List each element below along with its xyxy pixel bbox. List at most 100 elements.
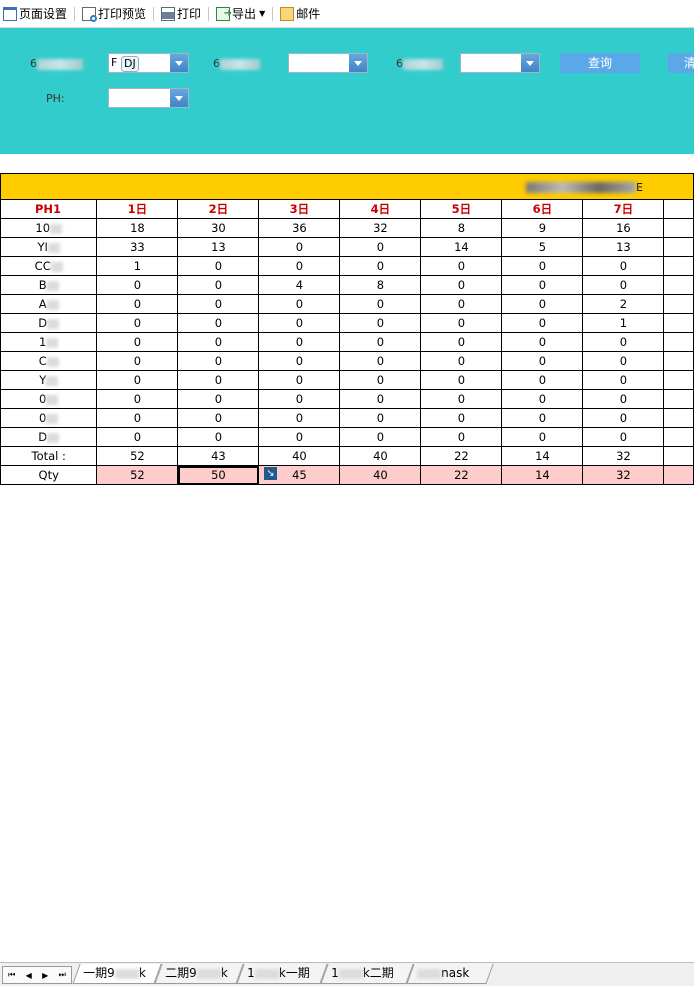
- mail-button[interactable]: 邮件: [277, 3, 323, 25]
- value-cell[interactable]: 0: [501, 370, 584, 390]
- value-cell[interactable]: 0: [420, 313, 503, 333]
- value-cell[interactable]: 0: [258, 256, 341, 276]
- value-cell[interactable]: 32: [582, 465, 665, 485]
- value-cell[interactable]: 40: [339, 446, 422, 466]
- value-cell[interactable]: 0: [582, 427, 665, 447]
- next-sheet-icon[interactable]: ▶: [42, 971, 48, 980]
- value-cell[interactable]: 0: [501, 408, 584, 428]
- value-cell[interactable]: 0: [582, 332, 665, 352]
- value-cell[interactable]: 0: [258, 294, 341, 314]
- value-cell[interactable]: 0: [258, 313, 341, 333]
- value-cell[interactable]: 0: [420, 332, 503, 352]
- value-cell[interactable]: 14: [420, 237, 503, 257]
- value-cell[interactable]: 0: [177, 294, 260, 314]
- value-cell[interactable]: 0: [339, 313, 422, 333]
- value-cell[interactable]: 0: [177, 408, 260, 428]
- value-cell[interactable]: 22: [420, 446, 503, 466]
- value-cell[interactable]: 0: [339, 427, 422, 447]
- value-cell[interactable]: 9: [501, 218, 584, 238]
- value-cell[interactable]: 0: [258, 427, 341, 447]
- value-cell[interactable]: 32: [339, 218, 422, 238]
- value-cell[interactable]: 0: [582, 275, 665, 295]
- last-sheet-icon[interactable]: ⏭: [59, 970, 66, 980]
- value-cell[interactable]: 0: [339, 256, 422, 276]
- value-cell[interactable]: 0: [339, 370, 422, 390]
- print-preview-button[interactable]: 打印预览: [79, 3, 149, 25]
- value-cell[interactable]: 0: [177, 351, 260, 371]
- value-cell[interactable]: 0: [177, 313, 260, 333]
- value-cell[interactable]: 13: [177, 237, 260, 257]
- value-cell[interactable]: 32: [582, 446, 665, 466]
- value-cell[interactable]: 33: [96, 237, 179, 257]
- value-cell[interactable]: 0: [96, 332, 179, 352]
- value-cell[interactable]: 16: [582, 218, 665, 238]
- value-cell[interactable]: 0: [420, 294, 503, 314]
- value-cell[interactable]: 0: [96, 313, 179, 333]
- value-cell[interactable]: 0: [501, 256, 584, 276]
- value-cell[interactable]: 0: [339, 237, 422, 257]
- value-cell[interactable]: 14: [501, 446, 584, 466]
- value-cell[interactable]: 8: [339, 275, 422, 295]
- value-cell[interactable]: 22: [420, 465, 503, 485]
- value-cell[interactable]: 0: [177, 256, 260, 276]
- value-cell[interactable]: 4: [258, 275, 341, 295]
- first-sheet-icon[interactable]: ⏮: [8, 970, 15, 980]
- value-cell[interactable]: 0: [96, 275, 179, 295]
- selected-chip[interactable]: DJ: [121, 56, 139, 72]
- value-cell[interactable]: 0: [339, 294, 422, 314]
- value-cell[interactable]: 1: [582, 313, 665, 333]
- value-cell[interactable]: 13: [582, 237, 665, 257]
- filter-select-3[interactable]: [460, 53, 540, 73]
- value-cell[interactable]: 0: [96, 408, 179, 428]
- sheet-tab[interactable]: 二期9 k: [154, 964, 244, 984]
- value-cell[interactable]: 0: [339, 408, 422, 428]
- value-cell[interactable]: 18: [96, 218, 179, 238]
- value-cell[interactable]: 0: [501, 427, 584, 447]
- chevron-down-icon[interactable]: [170, 89, 188, 107]
- value-cell[interactable]: 0: [339, 332, 422, 352]
- print-button[interactable]: 打印: [158, 3, 204, 25]
- prev-sheet-icon[interactable]: ◀: [26, 971, 32, 980]
- sheet-tab[interactable]: 一期9 k: [72, 964, 162, 984]
- value-cell[interactable]: 8: [420, 218, 503, 238]
- value-cell[interactable]: 0: [177, 389, 260, 409]
- value-cell[interactable]: 0: [339, 389, 422, 409]
- value-cell[interactable]: 0: [420, 370, 503, 390]
- query-button[interactable]: 查询: [560, 53, 640, 73]
- value-cell[interactable]: 0: [420, 427, 503, 447]
- ph-select[interactable]: [108, 88, 189, 108]
- value-cell[interactable]: 0: [582, 256, 665, 276]
- value-cell[interactable]: 0: [501, 294, 584, 314]
- value-cell[interactable]: 0: [258, 389, 341, 409]
- value-cell[interactable]: 0: [339, 351, 422, 371]
- value-cell[interactable]: 0: [258, 351, 341, 371]
- value-cell[interactable]: 0: [420, 256, 503, 276]
- value-cell[interactable]: 0: [501, 313, 584, 333]
- value-cell[interactable]: 30: [177, 218, 260, 238]
- value-cell[interactable]: 0: [96, 294, 179, 314]
- value-cell[interactable]: 0: [501, 351, 584, 371]
- value-cell[interactable]: 0: [96, 351, 179, 371]
- value-cell[interactable]: 2: [582, 294, 665, 314]
- clear-button[interactable]: 清: [668, 53, 694, 73]
- chevron-down-icon[interactable]: [521, 54, 539, 72]
- value-cell[interactable]: 0: [177, 332, 260, 352]
- value-cell[interactable]: 0: [501, 275, 584, 295]
- value-cell[interactable]: 0: [258, 332, 341, 352]
- chevron-down-icon[interactable]: [349, 54, 367, 72]
- value-cell[interactable]: 36: [258, 218, 341, 238]
- chevron-down-icon[interactable]: [170, 54, 188, 72]
- sheet-tab[interactable]: nask: [406, 964, 494, 984]
- filter-select-1[interactable]: F DJ: [108, 53, 189, 73]
- expand-icon[interactable]: ↘: [264, 467, 277, 480]
- value-cell[interactable]: 14: [501, 465, 584, 485]
- value-cell[interactable]: 0: [258, 237, 341, 257]
- value-cell[interactable]: 0: [96, 370, 179, 390]
- value-cell[interactable]: 0: [582, 389, 665, 409]
- value-cell[interactable]: 1: [96, 256, 179, 276]
- export-button[interactable]: 导出 ▼: [213, 3, 268, 25]
- page-setup-button[interactable]: 页面设置: [0, 3, 70, 25]
- value-cell[interactable]: 52: [96, 465, 179, 485]
- sheet-tab[interactable]: 1 k一期: [236, 964, 328, 984]
- value-cell[interactable]: 0: [420, 351, 503, 371]
